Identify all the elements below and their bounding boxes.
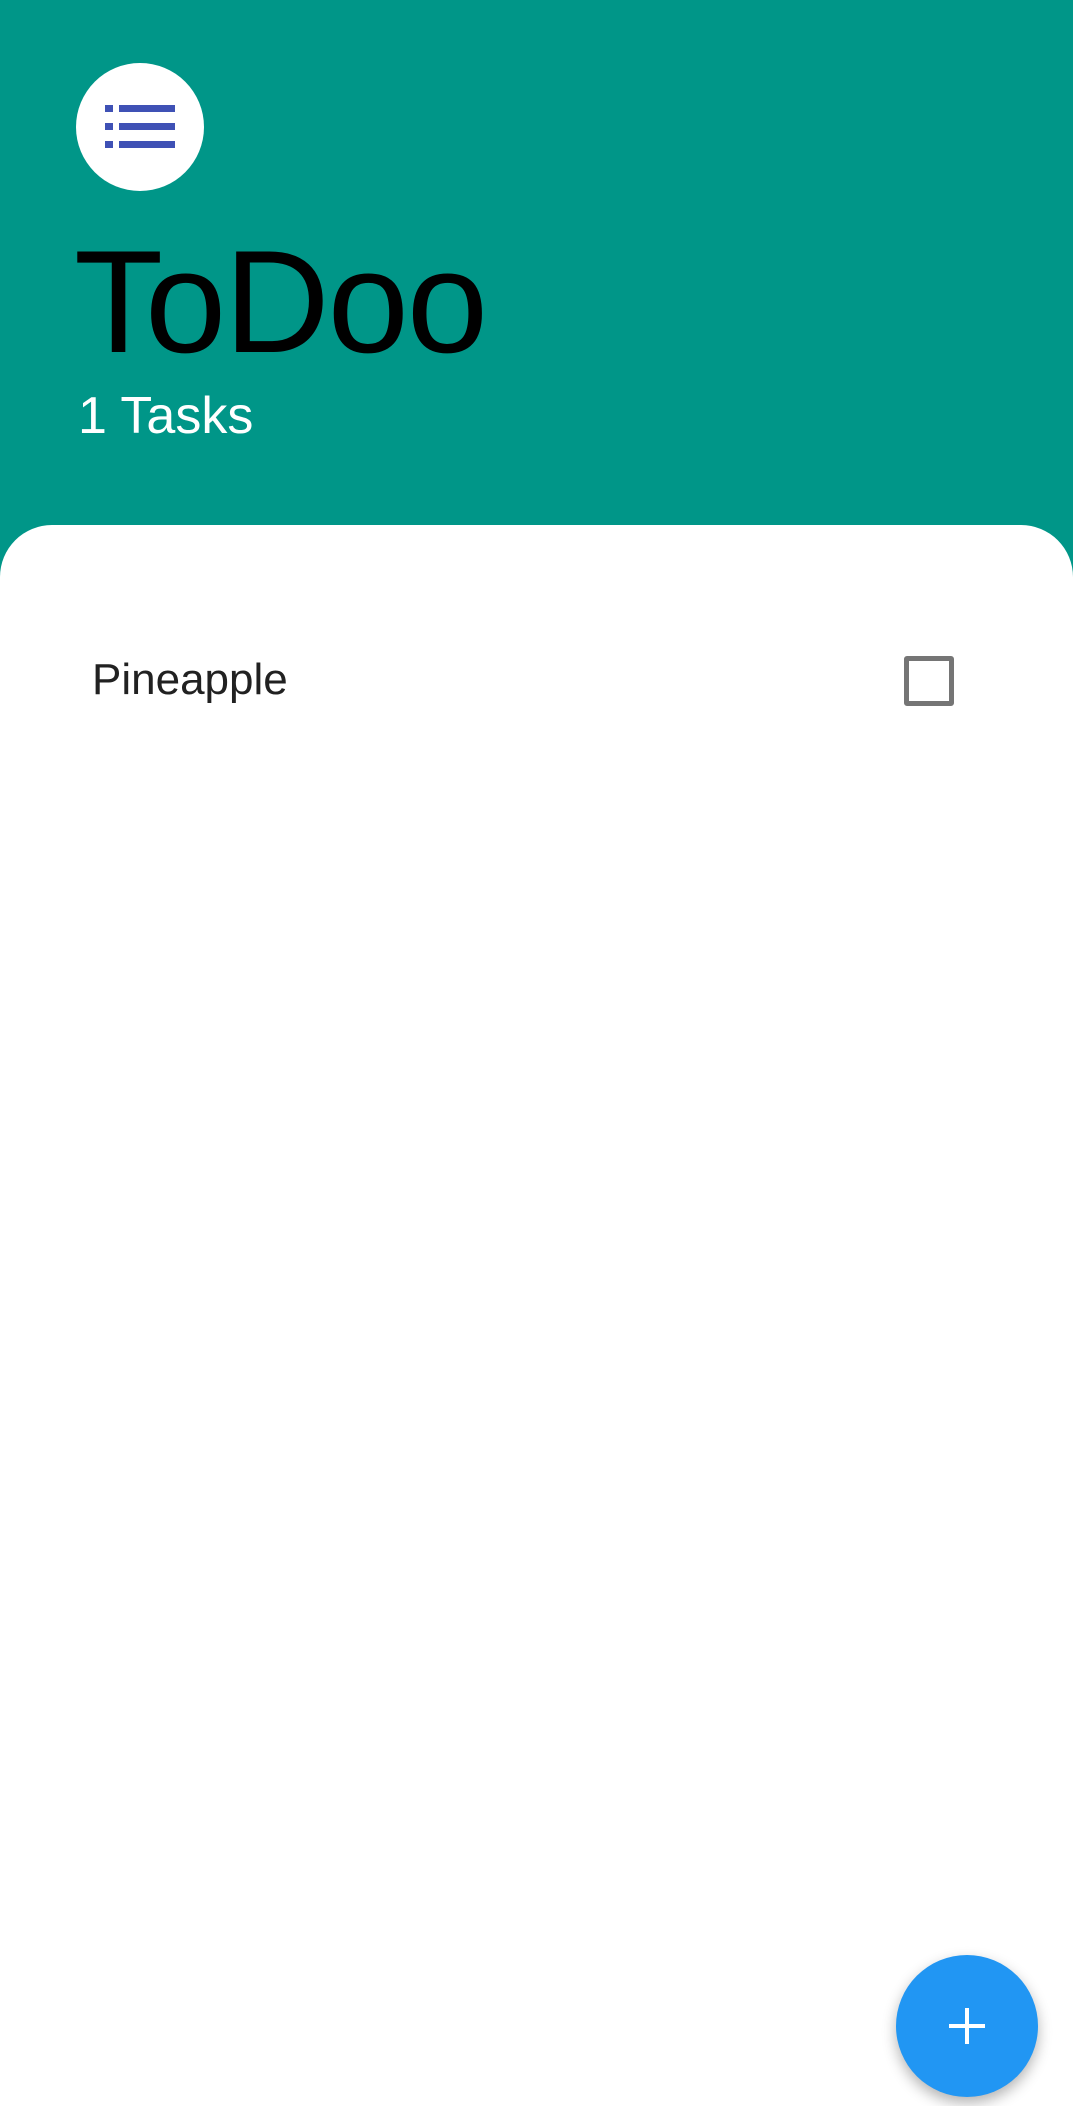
task-list-sheet: Pineapple	[0, 525, 1073, 2106]
app-title: ToDoo	[74, 220, 488, 383]
task-row[interactable]: Pineapple	[0, 625, 1073, 735]
add-task-button[interactable]	[896, 1955, 1038, 2097]
plus-icon	[949, 2008, 985, 2044]
list-icon	[105, 105, 175, 148]
task-count: 1 Tasks	[78, 387, 254, 445]
task-label: Pineapple	[92, 655, 288, 704]
task-checkbox[interactable]	[904, 656, 954, 706]
app-header: ToDoo 1 Tasks	[0, 0, 1073, 560]
list-menu-button[interactable]	[76, 63, 204, 191]
